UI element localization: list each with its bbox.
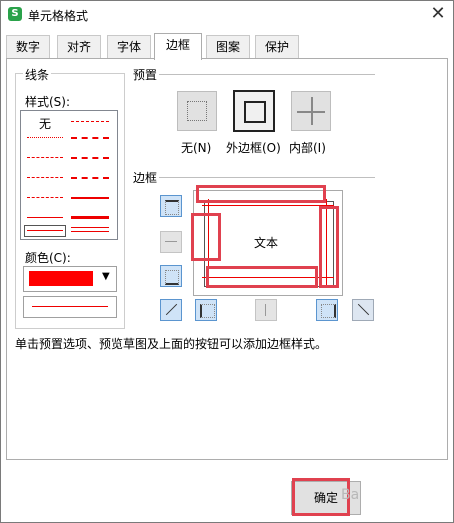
tab-protection[interactable]: 保护 — [255, 35, 299, 58]
tab-border[interactable]: 边框 — [154, 33, 202, 60]
preset-none-icon — [187, 101, 207, 121]
border-diagonal-up-button[interactable] — [160, 299, 182, 321]
style-label: 样式(S): — [23, 93, 73, 110]
tab-font[interactable]: 字体 — [107, 35, 151, 58]
border-bottom-button[interactable] — [160, 265, 182, 287]
preset-outline-label: 外边框(O) — [226, 141, 281, 155]
annotation-left-highlight — [191, 213, 221, 261]
line-style-dash-long[interactable] — [71, 177, 109, 179]
line-group-title: 线条 — [23, 66, 52, 83]
line-style-list[interactable]: 无 — [20, 110, 118, 240]
line-style-thin[interactable] — [27, 217, 63, 218]
line-style-dash-medium[interactable] — [71, 137, 109, 139]
tab-number[interactable]: 数字 — [6, 35, 50, 58]
presets-title: 预置 — [131, 66, 160, 83]
border-right-button[interactable] — [316, 299, 338, 321]
preset-outline-button[interactable] — [233, 90, 275, 132]
annotation-top-highlight — [196, 185, 326, 203]
preset-none-label: 无(N) — [181, 141, 212, 155]
line-style-double[interactable] — [71, 227, 109, 232]
line-style-dash-dot-2[interactable] — [27, 177, 63, 178]
preset-inside-button[interactable] — [291, 91, 331, 131]
border-inside-vertical-button[interactable] — [255, 299, 277, 321]
preset-outline-icon — [244, 101, 266, 123]
border-left-button[interactable] — [195, 299, 217, 321]
annotation-bottom-highlight — [206, 266, 318, 288]
line-style-thick[interactable] — [71, 216, 109, 219]
preview-text: 文本 — [254, 236, 279, 250]
line-style-none[interactable]: 无 — [39, 115, 51, 132]
presets-divider — [159, 74, 375, 75]
dialog-title: 单元格格式 — [28, 9, 89, 23]
color-label: 颜色(C): — [23, 249, 73, 266]
hint-text: 单击预置选项、预览草图及上面的按钮可以添加边框样式。 — [15, 337, 328, 351]
border-inside-horizontal-button[interactable] — [160, 231, 182, 253]
color-swatch — [29, 271, 93, 286]
line-style-dash-dot-dot[interactable] — [27, 157, 63, 158]
border-divider — [159, 177, 375, 178]
tab-alignment[interactable]: 对齐 — [57, 35, 101, 58]
border-diagonal-down-button[interactable] — [352, 299, 374, 321]
chevron-down-icon: ▼ — [102, 271, 110, 282]
line-style-dash[interactable] — [27, 197, 63, 198]
tab-pattern[interactable]: 图案 — [206, 35, 250, 58]
line-style-medium[interactable] — [71, 197, 109, 199]
line-style-dotted[interactable] — [27, 137, 63, 138]
line-style-selected[interactable] — [24, 225, 66, 237]
annotation-right-highlight — [319, 206, 339, 288]
watermark: Ba — [341, 487, 360, 503]
color-dropdown[interactable]: ▼ — [23, 266, 117, 292]
line-style-dash-dot[interactable] — [71, 157, 109, 159]
title-bar[interactable]: S 单元格格式 ✕ — [1, 1, 453, 29]
border-top-button[interactable] — [160, 195, 182, 217]
line-preview-box — [23, 296, 117, 318]
preset-none-button[interactable] — [177, 91, 217, 131]
line-style-dash-fine[interactable] — [71, 121, 109, 122]
preset-inside-label: 内部(I) — [289, 141, 326, 155]
wps-app-icon: S — [8, 7, 22, 21]
close-icon[interactable]: ✕ — [425, 2, 451, 26]
preview-top-red-line — [202, 205, 334, 206]
border-group-title: 边框 — [131, 169, 160, 186]
format-cells-dialog: S 单元格格式 ✕ 数字 对齐 字体 边框 图案 保护 线条 样式(S): 无 … — [0, 0, 454, 523]
